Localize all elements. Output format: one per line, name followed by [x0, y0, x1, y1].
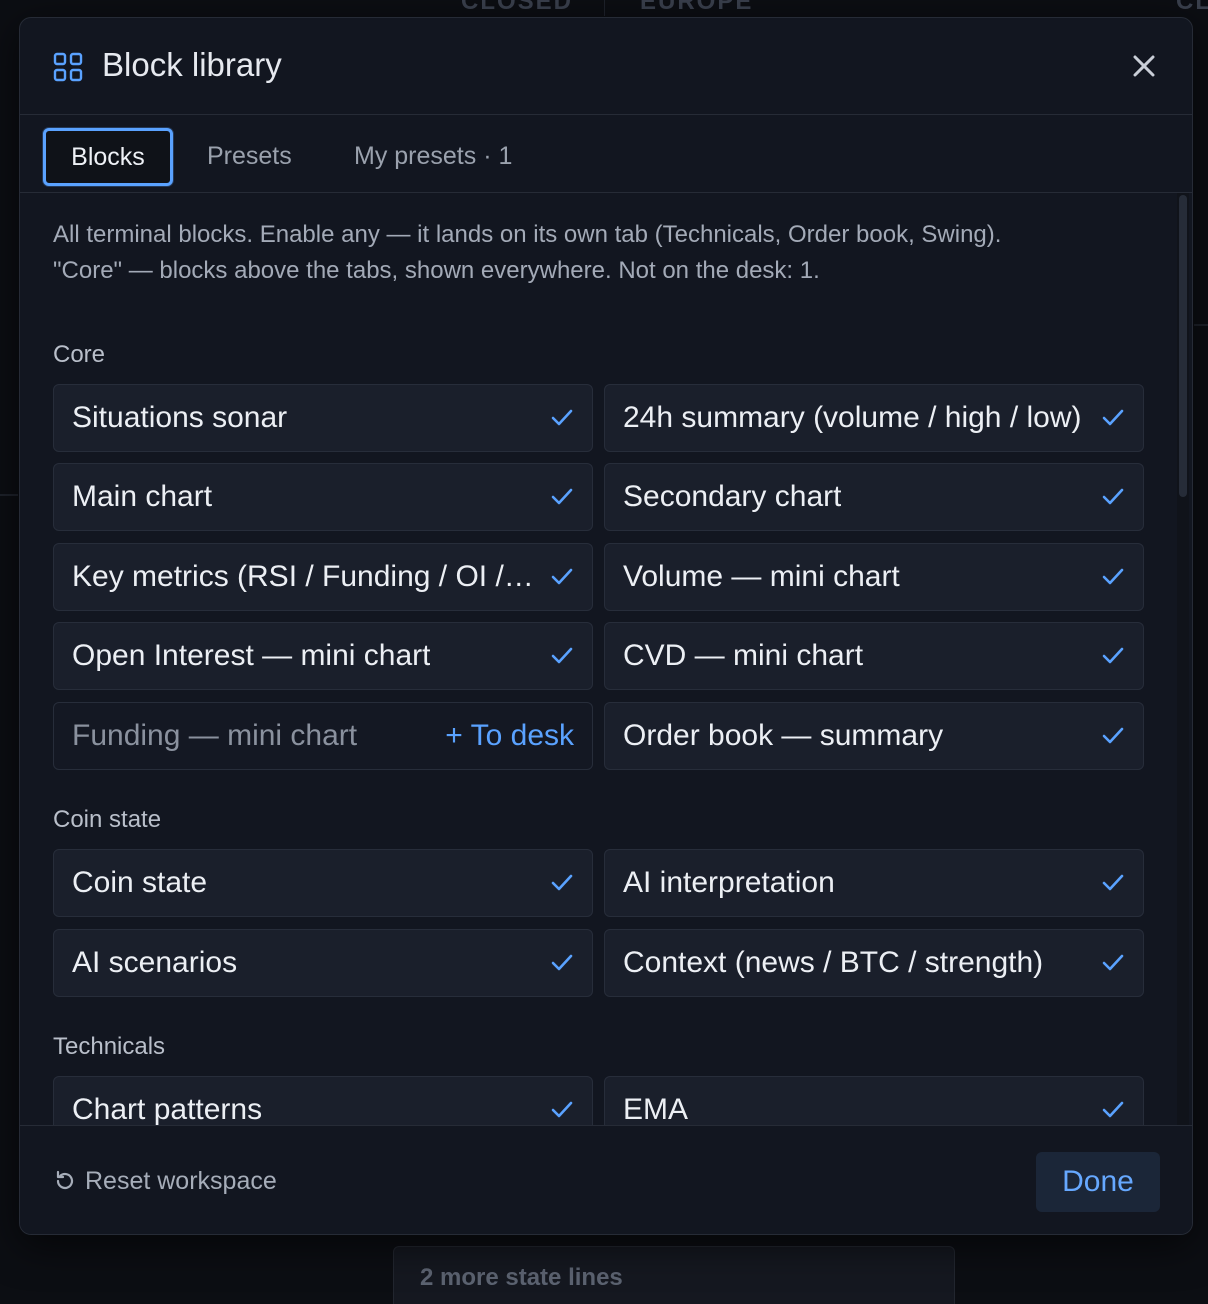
- block-toggle[interactable]: Secondary chart: [604, 463, 1144, 531]
- block-toggle[interactable]: Main chart: [53, 463, 593, 531]
- check-icon: [1102, 647, 1124, 664]
- add-to-desk-button[interactable]: + To desk: [445, 718, 574, 754]
- check-icon: [1102, 954, 1124, 971]
- block-toggle[interactable]: Situations sonar: [53, 384, 593, 452]
- description-line: "Core" — blocks above the tabs, shown ev…: [53, 257, 820, 284]
- block-label: Open Interest — mini chart: [72, 639, 431, 672]
- section-title-coin-state: Coin state: [53, 806, 162, 833]
- block-label: Secondary chart: [623, 480, 842, 513]
- block-label: Volume — mini chart: [623, 560, 900, 593]
- tab-bar: Blocks Presets My presets · 1: [20, 114, 1192, 193]
- block-label: Main chart: [72, 480, 213, 513]
- check-icon: [1102, 1101, 1124, 1118]
- block-toggle[interactable]: AI interpretation: [604, 849, 1144, 917]
- check-icon: [1102, 874, 1124, 891]
- scrollbar[interactable]: [1177, 193, 1189, 1125]
- dialog-title: Block library: [102, 46, 282, 83]
- tab-my-presets[interactable]: My presets · 1: [354, 128, 512, 184]
- block-label: Coin state: [72, 866, 208, 899]
- block-label: AI scenarios: [72, 946, 238, 979]
- block-label: CVD — mini chart: [623, 639, 864, 672]
- bg-header-closed: CLOSED: [461, 0, 574, 15]
- description-line: All terminal blocks. Enable any — it lan…: [53, 221, 1002, 248]
- check-icon: [551, 1101, 573, 1118]
- check-icon: [1102, 568, 1124, 585]
- block-label: Key metrics (RSI / Funding / OI / ...): [72, 560, 542, 593]
- reset-icon: [56, 1170, 74, 1190]
- block-label: Chart patterns: [72, 1093, 263, 1125]
- check-icon: [551, 647, 573, 664]
- block-label: AI interpretation: [623, 866, 835, 899]
- block-label: Order book — summary: [623, 719, 944, 752]
- block-label: 24h summary (volume / high / low): [623, 401, 1082, 434]
- more-state-lines-label: 2 more state lines: [420, 1264, 623, 1291]
- block-label: Context (news / BTC / strength): [623, 946, 1044, 979]
- bg-divider: [1194, 324, 1208, 326]
- close-icon[interactable]: [1126, 48, 1162, 84]
- bg-divider: [0, 494, 18, 496]
- block-toggle[interactable]: 24h summary (volume / high / low): [604, 384, 1144, 452]
- block-toggle[interactable]: Order book — summary: [604, 702, 1144, 770]
- section-title-technicals: Technicals: [53, 1033, 166, 1060]
- description: All terminal blocks. Enable any — it lan…: [53, 217, 1153, 289]
- check-icon: [1102, 727, 1124, 744]
- block-toggle[interactable]: Chart patterns: [53, 1076, 593, 1125]
- block-toggle[interactable]: CVD — mini chart: [604, 622, 1144, 690]
- block-toggle[interactable]: Key metrics (RSI / Funding / OI / ...): [53, 543, 593, 611]
- block-label: EMA: [623, 1093, 689, 1125]
- check-icon: [551, 488, 573, 505]
- bg-divider: [604, 0, 605, 16]
- block-label: Situations sonar: [72, 401, 288, 434]
- bg-header-cl: CL: [1176, 0, 1208, 15]
- reset-workspace-label: Reset workspace: [85, 1167, 277, 1195]
- done-button[interactable]: Done: [1036, 1152, 1160, 1212]
- bg-header-europe: EUROPE: [640, 0, 754, 15]
- block-toggle-disabled[interactable]: Funding — mini chart + To desk: [53, 702, 593, 770]
- block-label: Funding — mini chart: [72, 719, 358, 752]
- dialog-footer: Reset workspace Done: [20, 1125, 1192, 1234]
- more-state-lines-button[interactable]: 2 more state lines: [393, 1246, 955, 1304]
- block-toggle[interactable]: Coin state: [53, 849, 593, 917]
- check-icon: [1102, 488, 1124, 505]
- app-background: CLOSED EUROPE CL 2 more state lines Bloc…: [0, 0, 1208, 1304]
- block-toggle[interactable]: Context (news / BTC / strength): [604, 929, 1144, 997]
- check-icon: [551, 954, 573, 971]
- tab-blocks[interactable]: Blocks: [43, 128, 173, 186]
- dialog-header: Block library: [20, 18, 1192, 115]
- blocks-list[interactable]: All terminal blocks. Enable any — it lan…: [20, 193, 1192, 1125]
- block-library-dialog: Block library Blocks Presets My presets …: [19, 17, 1193, 1235]
- check-icon: [551, 568, 573, 585]
- block-toggle[interactable]: Open Interest — mini chart: [53, 622, 593, 690]
- tab-presets[interactable]: Presets: [207, 128, 292, 184]
- scrollbar-thumb[interactable]: [1179, 195, 1187, 497]
- check-icon: [551, 874, 573, 891]
- check-icon: [1102, 409, 1124, 426]
- grid-icon: [53, 52, 83, 82]
- block-toggle[interactable]: EMA: [604, 1076, 1144, 1125]
- section-title-core: Core: [53, 341, 106, 368]
- block-toggle[interactable]: AI scenarios: [53, 929, 593, 997]
- check-icon: [551, 409, 573, 426]
- block-toggle[interactable]: Volume — mini chart: [604, 543, 1144, 611]
